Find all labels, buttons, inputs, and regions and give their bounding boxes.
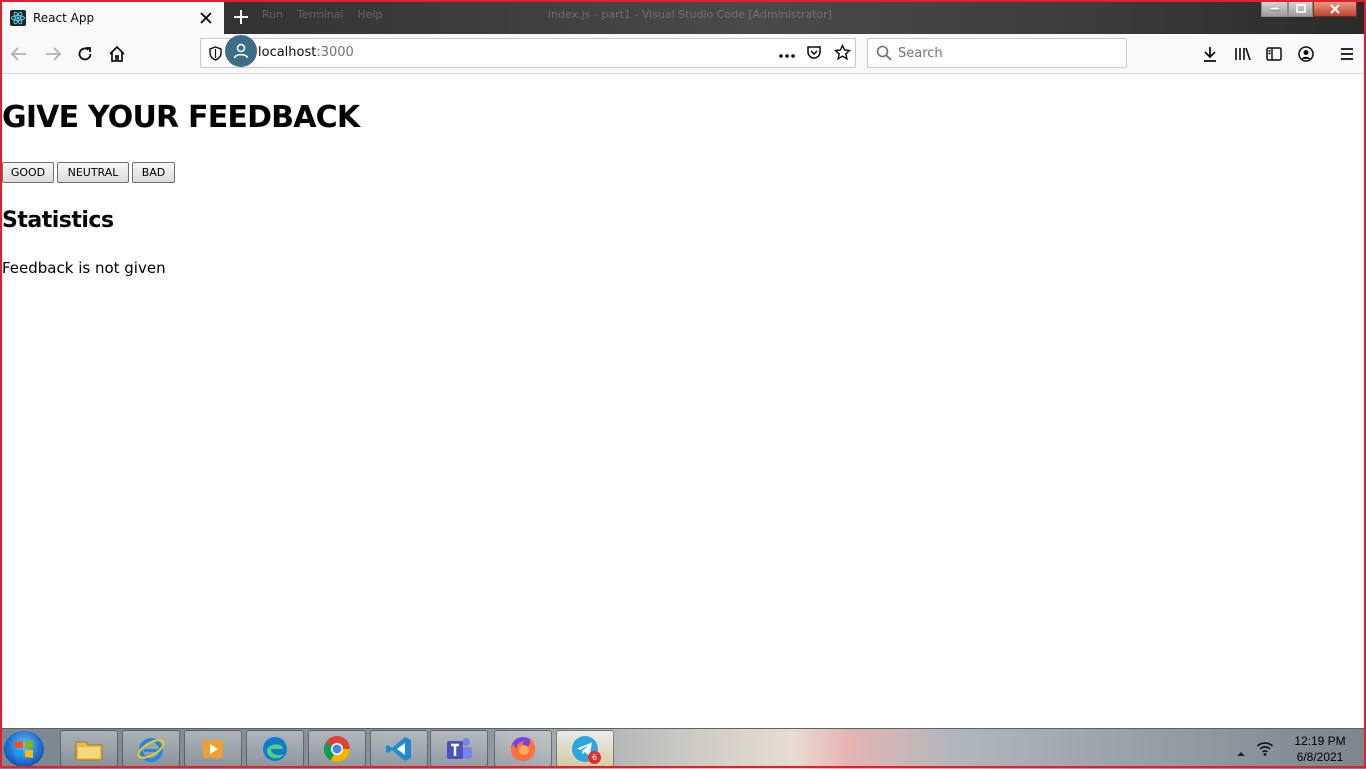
feedback-buttons: GOOD NEUTRAL BAD: [2, 162, 175, 183]
shield-icon[interactable]: [209, 46, 222, 65]
teams-icon[interactable]: [430, 730, 488, 767]
home-icon[interactable]: [105, 42, 129, 66]
start-button[interactable]: [4, 731, 44, 767]
pocket-icon[interactable]: [806, 45, 822, 65]
tab-title: React App: [33, 11, 95, 25]
search-placeholder: Search: [898, 46, 943, 61]
bookmark-star-icon[interactable]: [833, 43, 852, 65]
good-button[interactable]: GOOD: [2, 162, 54, 183]
close-tab-icon[interactable]: [196, 8, 216, 28]
tab-strip: React App Run Terminal Help index.js - p…: [0, 0, 1366, 34]
close-window-icon[interactable]: [1313, 0, 1357, 17]
system-clock[interactable]: 12:19 PM 6/8/2021: [1282, 733, 1358, 765]
menu-icon[interactable]: [1335, 42, 1359, 66]
minimize-icon[interactable]: [1261, 0, 1288, 17]
browser-tab[interactable]: React App: [2, 2, 224, 34]
page-actions-icon[interactable]: [778, 47, 796, 66]
file-explorer-icon[interactable]: [60, 730, 118, 767]
show-hidden-icons-icon[interactable]: [1236, 743, 1246, 762]
forward-icon[interactable]: [41, 42, 65, 66]
page-content: GIVE YOUR FEEDBACK GOOD NEUTRAL BAD Stat…: [2, 74, 1364, 728]
chrome-icon[interactable]: [308, 730, 366, 767]
windows-logo-icon: [15, 740, 33, 758]
sidebar-icon[interactable]: [1262, 42, 1286, 66]
wifi-icon[interactable]: [1256, 739, 1274, 761]
clock-time: 12:19 PM: [1294, 734, 1346, 748]
account-icon[interactable]: [1294, 42, 1318, 66]
neutral-button[interactable]: NEUTRAL: [57, 162, 129, 183]
vscode-icon[interactable]: [370, 730, 428, 767]
background-window-title: index.js - part1 - Visual Studio Code [A…: [548, 8, 832, 21]
firefox-icon[interactable]: [494, 730, 552, 767]
telegram-icon[interactable]: 6: [556, 730, 614, 767]
statistics-heading: Statistics: [2, 208, 114, 233]
search-icon: [876, 45, 892, 65]
maximize-icon[interactable]: [1288, 0, 1313, 17]
telegram-badge: 6: [588, 751, 601, 764]
statistics-text: Feedback is not given: [2, 259, 166, 277]
library-icon[interactable]: [1230, 42, 1254, 66]
downloads-icon[interactable]: [1198, 42, 1222, 66]
url-text[interactable]: localhost:3000: [258, 45, 354, 60]
url-bar[interactable]: localhost:3000: [200, 35, 856, 68]
new-tab-icon[interactable]: [229, 5, 253, 29]
taskbar: 6 12:19 PM 6/8/2021: [0, 728, 1366, 769]
window-controls: [1261, 0, 1357, 18]
internet-explorer-icon[interactable]: [122, 730, 180, 767]
back-icon[interactable]: [7, 42, 31, 66]
navigation-toolbar: localhost:3000 Search: [2, 34, 1364, 74]
edge-icon[interactable]: [246, 730, 304, 767]
reload-icon[interactable]: [73, 42, 97, 66]
clock-date: 6/8/2021: [1296, 750, 1344, 764]
page-title: GIVE YOUR FEEDBACK: [2, 100, 360, 135]
search-input[interactable]: Search: [867, 38, 1127, 68]
react-icon: [10, 10, 26, 26]
account-avatar-icon[interactable]: [225, 35, 257, 67]
background-menu-text: Run Terminal Help: [262, 8, 383, 21]
bad-button[interactable]: BAD: [132, 162, 175, 183]
media-player-icon[interactable]: [184, 730, 242, 767]
